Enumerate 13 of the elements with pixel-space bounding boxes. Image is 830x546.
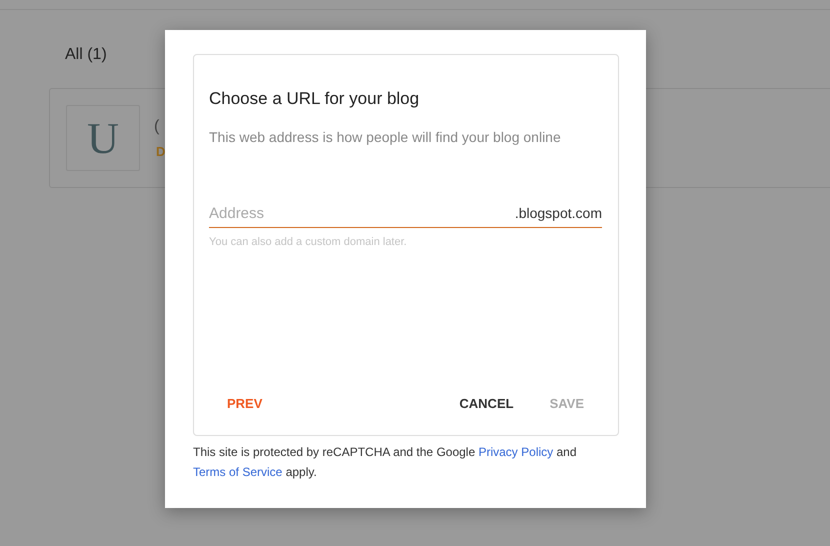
policy-link[interactable]: Terms of Service <box>193 465 282 479</box>
helper-text: You can also add a custom domain later. <box>209 236 407 248</box>
blog-title: ( <box>154 118 160 136</box>
blog-status: D <box>156 144 166 158</box>
dialog-button[interactable]: CANCEL <box>441 388 532 419</box>
dialog-title: Choose a URL for your blog <box>209 89 420 109</box>
domain-suffix: .blogspot.com <box>514 205 602 221</box>
policy-link[interactable]: Privacy Policy <box>478 445 554 459</box>
dialog-button[interactable]: PREV <box>209 388 280 419</box>
dialog-description: This web address is how people will find your blog online <box>209 129 561 145</box>
recaptcha-notice: This site is protected by reCAPTCHA and the Google Privacy Policy and Terms of Service apply. <box>193 444 578 481</box>
filter-tab[interactable]: All (1) <box>65 46 107 64</box>
blog-avatar: U <box>66 105 140 171</box>
